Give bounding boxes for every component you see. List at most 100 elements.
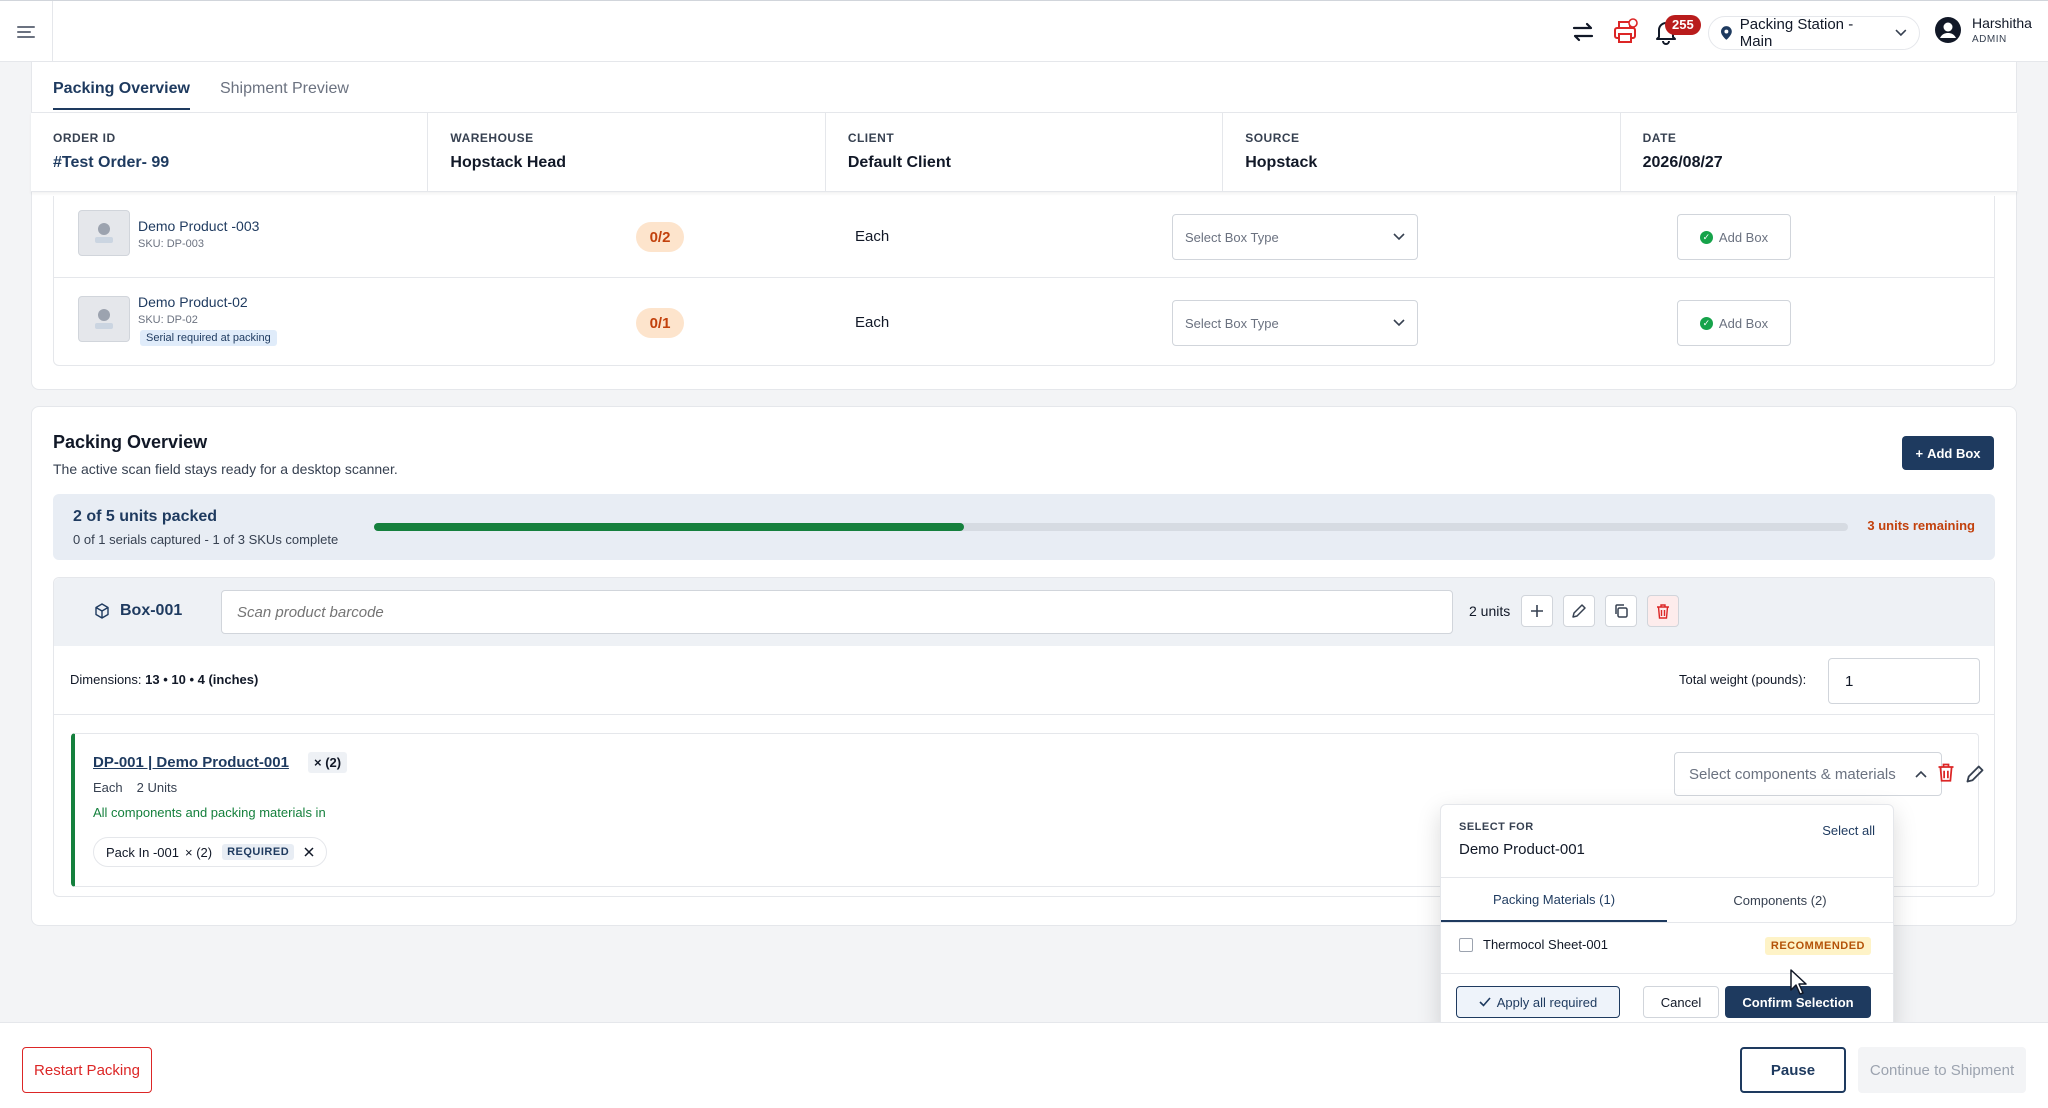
product-sku: SKU: DP-02: [138, 314, 198, 326]
user-role: ADMIN: [1972, 34, 2007, 45]
station-label: Packing Station - Main: [1739, 16, 1854, 50]
trash-icon: [1938, 763, 1954, 782]
delete-item-button[interactable]: [1937, 762, 1955, 787]
page-tabs: Packing Overview Shipment Preview: [53, 62, 349, 110]
progress-fill: [374, 523, 964, 531]
station-selector[interactable]: Packing Station - Main: [1708, 16, 1920, 50]
check-circle-icon: ✓: [1699, 316, 1713, 330]
box-cube-icon: [95, 603, 109, 619]
hamburger-menu-icon: [17, 26, 35, 38]
product-image-icon: [95, 223, 113, 243]
box-type-placeholder: Select Box Type: [1185, 315, 1279, 331]
edit-box-button[interactable]: [1563, 595, 1595, 627]
apply-all-required-button[interactable]: Apply all required: [1456, 986, 1620, 1018]
tab-packing-materials[interactable]: Packing Materials (1): [1441, 878, 1667, 922]
location-pin-icon: [1721, 26, 1732, 40]
qty-pill: 0/1: [636, 308, 684, 338]
progress-track: [374, 523, 1848, 531]
components-select[interactable]: Select components & materials: [1674, 752, 1942, 796]
check-circle-icon: ✓: [1699, 230, 1713, 244]
user-avatar-icon: [1935, 17, 1961, 43]
copy-icon: [1615, 604, 1628, 618]
client-value: Default Client: [847, 154, 951, 171]
add-box-button[interactable]: ✓ Add Box: [1677, 300, 1791, 346]
trash-icon: [1657, 604, 1669, 619]
box-name: Box-001: [94, 602, 182, 620]
printer-button[interactable]: [1608, 15, 1642, 49]
box-header: Box-001 2 units: [54, 578, 1994, 646]
apply-label: Apply all required: [1496, 994, 1598, 1010]
uom-label: Each: [855, 228, 890, 245]
delete-box-button[interactable]: [1647, 595, 1679, 627]
serial-required-tag: Serial required at packing: [140, 330, 277, 346]
components-popover: SELECT FOR Demo Product-001 Select all P…: [1440, 804, 1894, 1030]
weight-input[interactable]: [1828, 658, 1980, 704]
section-title: Packing Overview: [53, 432, 208, 452]
product-sku: SKU: DP-003: [138, 238, 205, 250]
arrows-swap-icon: [1572, 22, 1594, 42]
continue-to-shipment-button[interactable]: Continue to Shipment: [1858, 1047, 2026, 1093]
close-icon[interactable]: [304, 847, 314, 857]
box-units-count: 2 units: [1469, 603, 1511, 619]
table-row: Demo Product -003 SKU: DP-003 0/2 Each S…: [54, 196, 1994, 278]
switch-button[interactable]: [1566, 15, 1600, 49]
divider: [54, 714, 1994, 715]
plus-icon: [1531, 605, 1543, 617]
material-name: Thermocol Sheet-001: [1483, 937, 1609, 952]
components-select-placeholder: Select components & materials: [1689, 765, 1896, 783]
popover-tabs: Packing Materials (1) Components (2): [1441, 877, 1893, 923]
printer-alert-icon: [1614, 18, 1638, 43]
chevron-down-icon: [1393, 319, 1405, 327]
product-image-icon: [95, 309, 113, 329]
product-thumbnail: [78, 210, 130, 256]
progress-title: 2 of 5 units packed: [73, 508, 218, 525]
box-dimensions: Dimensions: 13 • 10 • 4 (inches): [70, 672, 258, 687]
add-box-button[interactable]: ✓ Add Box: [1677, 214, 1791, 260]
tab-components[interactable]: Components (2): [1667, 878, 1893, 922]
plus-icon: +: [1915, 445, 1924, 461]
order-info-row: ORDER ID #Test Order- 99 WAREHOUSE Hopst…: [31, 112, 2017, 192]
item-title-link[interactable]: DP-001 | Demo Product-001: [93, 754, 289, 771]
tab-packing-overview[interactable]: Packing Overview: [53, 62, 190, 110]
material-option[interactable]: Thermocol Sheet-001: [1459, 937, 1608, 952]
box-type-select[interactable]: Select Box Type: [1172, 300, 1418, 346]
units-remaining: 3 units remaining: [1867, 518, 1975, 533]
item-multiplier: × (2): [308, 752, 348, 773]
date-label: DATE: [1642, 131, 1677, 145]
menu-toggle-button[interactable]: [0, 1, 53, 63]
notification-badge: 255: [1665, 15, 1701, 35]
client-label: CLIENT: [847, 131, 895, 145]
material-checkbox[interactable]: [1459, 937, 1473, 952]
popover-label: SELECT FOR: [1459, 821, 1534, 833]
product-name[interactable]: Demo Product-02: [138, 294, 248, 310]
uom-label: Each: [855, 314, 890, 331]
pause-button[interactable]: Pause: [1740, 1047, 1846, 1093]
box-type-placeholder: Select Box Type: [1185, 229, 1279, 245]
progress-panel: 2 of 5 units packed 0 of 1 serials captu…: [53, 494, 1995, 560]
scan-barcode-input[interactable]: [221, 590, 1453, 634]
source-value: Hopstack: [1245, 154, 1318, 171]
chevron-down-icon: [1895, 29, 1907, 37]
box-name-label: Box-001: [120, 602, 183, 619]
warehouse-label: WAREHOUSE: [450, 131, 534, 145]
add-box-label: Add Box: [1718, 315, 1769, 331]
product-name[interactable]: Demo Product -003: [138, 218, 259, 234]
add-box-main-label: Add Box: [1927, 445, 1981, 461]
item-units: 2 Units: [136, 780, 178, 795]
tab-shipment-preview[interactable]: Shipment Preview: [220, 62, 349, 110]
restart-packing-button[interactable]: Restart Packing: [22, 1047, 152, 1093]
user-name: Harshitha: [1972, 15, 2032, 31]
pencil-icon: [1572, 604, 1586, 618]
add-unit-button[interactable]: [1521, 595, 1553, 627]
table-row: Demo Product-02 SKU: DP-02 Serial requir…: [54, 278, 1994, 360]
item-uom: Each: [93, 780, 123, 795]
user-menu[interactable]: Harshitha ADMIN: [1934, 15, 2032, 45]
cancel-button[interactable]: Cancel: [1643, 986, 1719, 1018]
progress-subtitle: 0 of 1 serials captured - 1 of 3 SKUs co…: [73, 532, 339, 547]
edit-item-button[interactable]: [1965, 764, 1985, 789]
duplicate-box-button[interactable]: [1605, 595, 1637, 627]
add-box-main-button[interactable]: + Add Box: [1902, 436, 1994, 470]
box-type-select[interactable]: Select Box Type: [1172, 214, 1418, 260]
order-id-value[interactable]: #Test Order- 99: [53, 154, 405, 172]
select-all-link[interactable]: Select all: [1822, 823, 1875, 838]
